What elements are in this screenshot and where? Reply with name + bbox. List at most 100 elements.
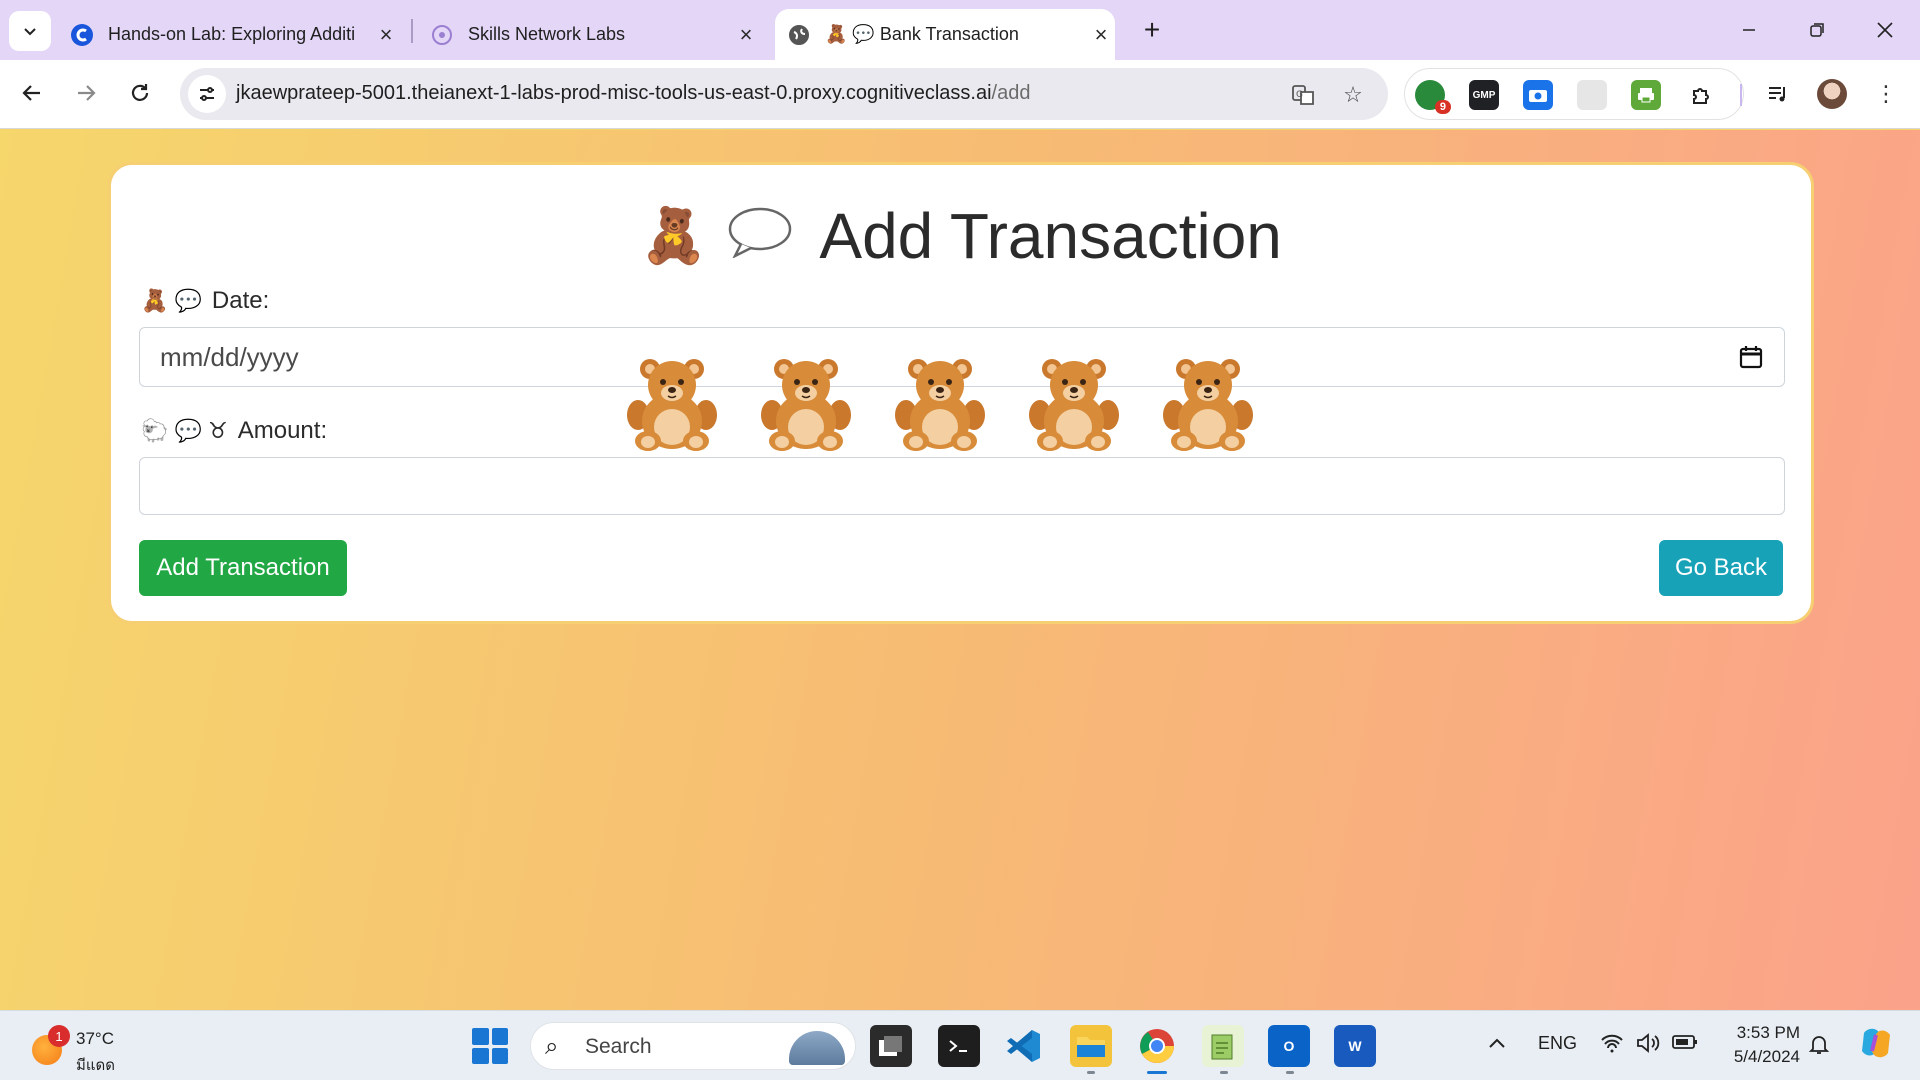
date-label: 🧸 💬 Date: [141,287,269,315]
notification-bell-icon[interactable] [1808,1033,1830,1060]
avatar [1817,79,1847,109]
reload-button[interactable] [122,75,158,111]
extension-grid-icon[interactable] [1577,80,1607,110]
svg-text:G: G [1296,90,1303,100]
teddy-bear-icon [1026,355,1122,451]
extension-grammar-icon[interactable]: 9 [1415,80,1451,114]
start-button[interactable] [472,1028,508,1064]
windows-logo-tile [491,1028,508,1045]
arrow-right-icon [78,85,96,101]
extensions-puzzle-icon[interactable] [1687,80,1717,110]
address-bar[interactable]: jkaewprateep-5001.theianext-1-labs-prod-… [180,68,1388,120]
go-back-button[interactable]: Go Back [1659,540,1783,596]
close-icon [1877,22,1893,38]
url-path: /add [991,82,1031,104]
taskbar-search[interactable]: ⌕ Search [530,1022,856,1070]
weather-badge: 1 [48,1025,70,1047]
vscode-icon[interactable] [1002,1025,1044,1067]
amount-label-emoji: 🐑 💬 ♉ [141,418,228,443]
close-icon[interactable]: × [732,21,760,49]
app-running-indicator [1087,1071,1095,1074]
bookmark-star-icon[interactable]: ☆ [1338,80,1368,110]
reload-icon [131,84,149,101]
amount-field[interactable] [139,457,1785,515]
amount-label: 🐑 💬 ♉ Amount: [141,417,327,445]
speaker-icon[interactable] [1636,1033,1660,1058]
input-language[interactable]: ENG [1538,1033,1577,1054]
weather-widget[interactable]: 1 37°C มีแดด [28,1021,168,1074]
chevron-up-icon[interactable] [1488,1033,1506,1054]
speech-bubble-icon [727,199,793,273]
restore-icon [1810,23,1824,37]
new-tab-button[interactable]: + [1136,14,1168,46]
amount-label-text: Amount: [237,417,328,444]
system-clock[interactable]: 3:53 PM 5/4/2024 [1720,1021,1800,1069]
igloo-icon [789,1031,845,1065]
translate-icon[interactable]: G [1288,80,1318,110]
task-view-icon[interactable] [870,1025,912,1067]
teddy-bear-row [624,355,1256,451]
tab-skills-network-labs[interactable]: Skills Network Labs × [430,9,760,60]
tab-title: Skills Network Labs [468,24,626,44]
browser-toolbar: jkaewprateep-5001.theianext-1-labs-prod-… [0,60,1920,129]
file-explorer-icon[interactable] [1070,1025,1112,1067]
app-running-indicator [1286,1071,1294,1074]
teddy-bear-icon [892,355,988,451]
coursera-icon [70,23,94,47]
toolbar-divider [1740,84,1742,106]
globe-icon [787,23,811,47]
url-text[interactable]: jkaewprateep-5001.theianext-1-labs-prod-… [236,82,1030,105]
restore-button[interactable] [1794,10,1840,50]
close-window-button[interactable] [1862,10,1908,50]
date-label-text: Date: [211,287,270,314]
terminal-icon[interactable] [938,1025,980,1067]
word-icon[interactable]: W [1334,1025,1376,1067]
url-host: jkaewprateep-5001.theianext-1-labs-prod-… [236,82,992,104]
search-icon: ⌕ [545,1033,559,1060]
extension-gmp-label: GMP [1472,89,1496,101]
weather-temperature: 37°C [76,1029,114,1048]
app-running-indicator [1220,1071,1228,1074]
copilot-icon[interactable] [1858,1025,1894,1066]
close-icon[interactable]: × [1087,21,1115,49]
extension-gmp-icon[interactable]: GMP [1469,80,1499,110]
date-placeholder: mm/dd/yyyy [160,341,299,372]
tab-title: 🧸 💬 Bank Transaction [825,24,1019,44]
extension-camera-icon[interactable] [1523,80,1553,110]
browser-menu-icon[interactable]: ⋮ [1866,74,1906,114]
add-transaction-button[interactable]: Add Transaction [139,540,347,596]
back-button[interactable] [14,75,50,111]
calendar-icon[interactable] [1738,344,1764,370]
teddy-bear-icon [1160,355,1256,451]
media-control-icon[interactable] [1758,74,1798,114]
chrome-icon[interactable] [1136,1025,1178,1067]
tab-separator [411,19,413,43]
weather-condition: มีแดด [76,1057,116,1074]
outlook-icon[interactable]: O [1268,1025,1310,1067]
browser-tab-strip: Hands-on Lab: Exploring Additi × Skills … [0,0,1920,60]
notepad-icon[interactable] [1202,1025,1244,1067]
windows-logo-tile [472,1028,489,1045]
forward-button[interactable] [68,75,104,111]
tab-bank-transaction[interactable]: 🧸 💬 Bank Transaction × [775,9,1115,60]
teddy-bear-icon [624,355,720,451]
windows-logo-tile [472,1047,489,1064]
windows-logo-tile [491,1047,508,1064]
search-placeholder: Search [585,1035,652,1058]
wifi-icon[interactable] [1600,1033,1624,1058]
tab-title: Hands-on Lab: Exploring Additi [108,24,356,44]
page-title: 🧸 Add Transaction [111,199,1811,273]
date-label-emoji: 🧸 💬 [141,288,202,313]
tab-hands-on-lab[interactable]: Hands-on Lab: Exploring Additi × [70,9,400,60]
tab-search-button[interactable] [9,11,51,51]
tune-icon [200,87,214,101]
profile-avatar[interactable] [1812,74,1852,114]
minimize-button[interactable] [1726,10,1772,50]
extension-print-icon[interactable] [1631,80,1661,110]
site-info-button[interactable] [188,75,226,113]
close-icon[interactable]: × [372,21,400,49]
app-active-indicator [1147,1071,1167,1074]
extensions-bar: 9 GMP [1404,68,1744,120]
battery-icon[interactable] [1672,1033,1698,1056]
chevron-down-icon [24,28,36,36]
